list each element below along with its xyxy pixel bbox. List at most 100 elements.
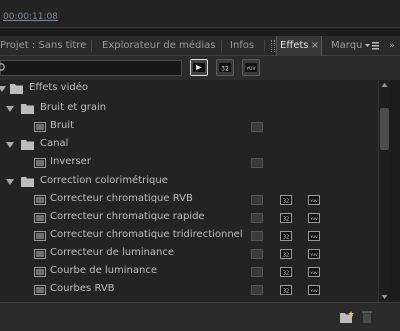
tree-label: Correcteur de luminance [50,247,175,258]
tree-label: Correcteur chromatique tridirectionnel [50,229,243,240]
tab-divider [264,40,265,52]
svg-text:YUV: YUV [310,235,318,239]
tree-label: Courbe de luminance [50,265,157,276]
folder-icon [21,104,34,114]
yuv-badge-icon: YUV [308,213,320,223]
tab-overflow-icon[interactable]: » [384,36,400,56]
tree-label: Canal [40,138,69,149]
yuv-badge-icon: YUV [308,285,320,295]
accelerate-badge-icon [251,122,263,132]
folder-icon [21,140,34,150]
timecode-bar: 00:00:11:08 [0,0,400,30]
svg-text:32: 32 [283,271,289,277]
scroll-down-icon[interactable] [379,292,390,302]
folder-icon [10,84,23,94]
32bit-badge-icon: 32 [280,285,292,295]
effect-icon [34,195,46,205]
effect-icon [34,122,46,132]
svg-text:32: 32 [283,253,289,259]
effect-item-rgb-curves[interactable]: Courbes RVB 32 YUV [0,281,378,299]
effects-tree: Effets vidéo Bruit et grain Bruit Canal … [0,80,378,302]
tab-info[interactable]: Infos [227,36,257,56]
tree-label: Inverser [50,156,91,167]
accelerate-badge-icon [251,249,263,259]
svg-text:32: 32 [283,217,289,223]
svg-text:YUV: YUV [245,66,256,72]
vertical-scrollbar[interactable] [378,80,390,302]
accelerate-badge-icon [251,213,263,223]
tab-divider [221,40,222,52]
disclosure-expanded-icon[interactable] [0,85,6,93]
search-field[interactable] [0,60,182,76]
yuv-badge-icon: YUV [308,231,320,241]
disclosure-expanded-icon[interactable] [6,178,14,186]
tab-media-browser[interactable]: Explorateur de médias [99,36,218,56]
tree-folder-channel[interactable]: Canal [0,136,378,154]
yuv-badge-icon: YUV [308,249,320,259]
tree-label: Bruit [50,120,75,131]
yuv-badge-icon: YUV [308,195,320,205]
32bit-icon: 32 [219,63,231,73]
search-input[interactable] [7,61,177,75]
32bit-badge-icon: 32 [280,231,292,241]
tree-folder-color-correction[interactable]: Correction colorimétrique [0,173,378,191]
timecode-display[interactable]: 00:00:11:08 [3,12,58,22]
effect-icon [34,158,46,168]
effect-item-invert[interactable]: Inverser [0,154,378,172]
accelerate-badge-icon [251,285,263,295]
effects-toolbar: 32 YUV [0,56,400,80]
effect-icon [34,231,46,241]
disclosure-expanded-icon[interactable] [6,105,14,113]
tab-project[interactable]: Projet : Sans titre [0,36,89,56]
svg-text:32: 32 [283,289,289,295]
tree-label: Correction colorimétrique [40,175,168,186]
effect-item-luma-corrector[interactable]: Correcteur de luminance 32 YUV [0,245,378,263]
32bit-badge-icon: 32 [280,249,292,259]
scroll-up-icon[interactable] [379,80,390,90]
32bit-badge-icon: 32 [280,195,292,205]
search-icon [0,63,5,71]
scrollbar-thumb[interactable] [380,108,389,150]
effect-icon [34,267,46,277]
accelerated-effects-filter-button[interactable] [190,59,208,76]
accelerate-badge-icon [251,158,263,168]
svg-text:YUV: YUV [310,253,318,257]
tree-label: Effets vidéo [29,82,88,93]
tree-label: Correcteur chromatique RVB [50,193,193,204]
yuv-filter-button[interactable]: YUV [242,59,260,76]
32bit-badge-icon: 32 [280,267,292,277]
svg-text:YUV: YUV [310,217,318,221]
tree-label: Correcteur chromatique rapide [50,211,205,222]
svg-text:YUV: YUV [310,289,318,293]
svg-text:YUV: YUV [310,271,318,275]
32bit-color-filter-button[interactable]: 32 [216,59,234,76]
effect-item-fast-color-corrector[interactable]: Correcteur chromatique rapide 32 YUV [0,209,378,227]
divider [0,27,400,28]
yuv-badge-icon: YUV [308,267,320,277]
panel-footer [0,302,400,331]
tab-grip-icon[interactable] [271,40,275,52]
accelerate-icon [193,63,205,72]
trash-icon[interactable] [362,310,372,323]
disclosure-expanded-icon[interactable] [6,141,14,149]
tab-divider [91,40,92,52]
panel-menu-icon[interactable] [364,39,380,53]
effect-item-luma-curve[interactable]: Courbe de luminance 32 YUV [0,263,378,281]
accelerate-badge-icon [251,195,263,205]
tab-markers[interactable]: Marqu [328,36,365,56]
effect-item-rgb-color-corrector[interactable]: Correcteur chromatique RVB 32 YUV [0,191,378,209]
accelerate-badge-icon [251,267,263,277]
close-icon[interactable]: × [310,36,320,56]
tree-folder-noise-grain[interactable]: Bruit et grain [0,100,378,118]
svg-text:YUV: YUV [310,199,318,203]
effect-icon [34,249,46,259]
tree-folder-video-effects[interactable]: Effets vidéo [0,80,378,98]
effect-item-noise[interactable]: Bruit [0,118,378,136]
new-bin-icon[interactable] [340,311,354,323]
svg-text:32: 32 [221,66,229,73]
effect-icon [34,285,46,295]
panel-tab-bar: Projet : Sans titre Explorateur de média… [0,36,400,56]
effect-item-three-way-color-corrector[interactable]: Correcteur chromatique tridirectionnel 3… [0,227,378,245]
32bit-badge-icon: 32 [280,213,292,223]
effect-icon [34,213,46,223]
